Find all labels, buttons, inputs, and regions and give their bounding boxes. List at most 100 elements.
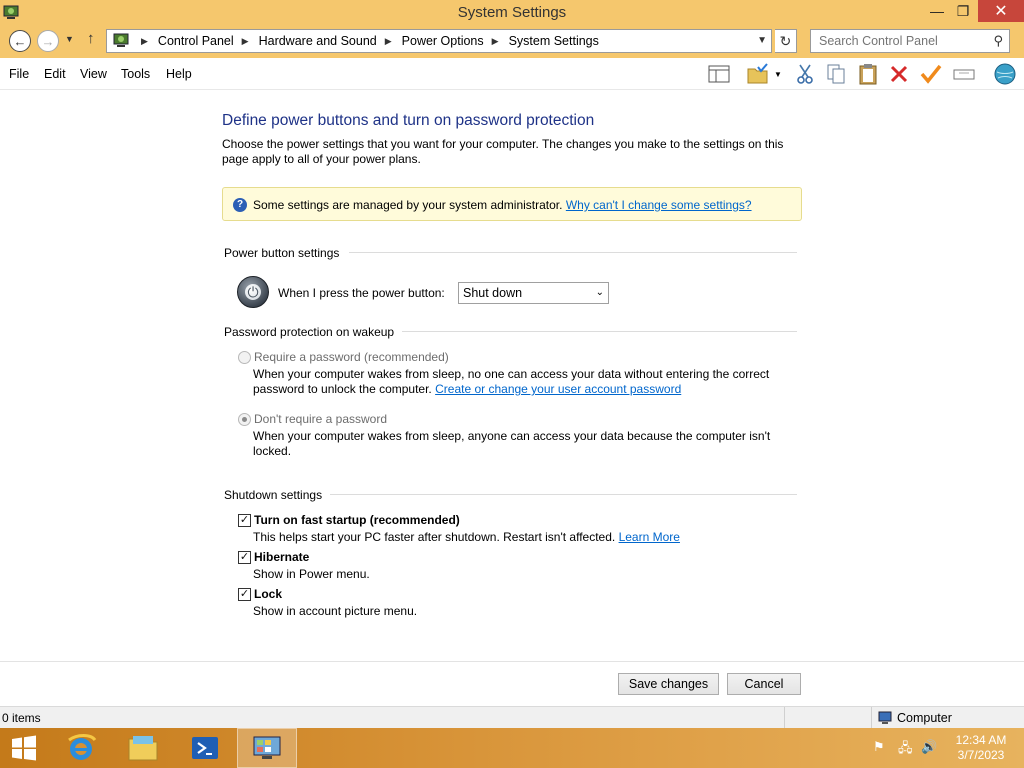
- globe-icon: [994, 63, 1016, 85]
- properties-button[interactable]: [918, 62, 944, 86]
- info-message: Some settings are managed by your system…: [253, 198, 563, 212]
- shutdown-section-title: Shutdown settings: [224, 488, 323, 502]
- taskbar-file-explorer[interactable]: [113, 728, 173, 768]
- breadcrumb-separator-icon[interactable]: ▶: [492, 36, 499, 47]
- breadcrumb-separator-icon[interactable]: ▶: [141, 36, 148, 47]
- menu-edit[interactable]: Edit: [44, 67, 66, 81]
- hibernate-description: Show in Power menu.: [253, 567, 370, 581]
- forward-button[interactable]: →: [37, 30, 59, 52]
- paste-button[interactable]: [855, 62, 881, 86]
- menu-view[interactable]: View: [80, 67, 107, 81]
- power-button-section-title: Power button settings: [224, 246, 340, 260]
- navigation-bar: ← → ▼ ↑ ▶ Control Panel ▶ Hardware and S…: [0, 24, 1024, 58]
- cut-button[interactable]: [792, 62, 818, 86]
- hibernate-checkbox[interactable]: ✓: [238, 551, 251, 564]
- rename-field-icon: [953, 69, 975, 80]
- layout-pane-icon: [708, 65, 730, 83]
- menu-tools[interactable]: Tools: [121, 67, 150, 81]
- hibernate-label: Hibernate: [254, 550, 310, 564]
- menu-file[interactable]: File: [9, 67, 29, 81]
- refresh-icon: ↻: [779, 32, 792, 49]
- delete-x-icon: [890, 65, 908, 83]
- title-bar: System Settings — ❐ ✕: [0, 0, 1024, 24]
- powershell-icon: [192, 737, 218, 759]
- close-button[interactable]: ✕: [978, 0, 1024, 22]
- computer-icon: [878, 711, 892, 724]
- taskbar-control-panel[interactable]: [237, 728, 297, 768]
- breadcrumb-control-panel[interactable]: Control Panel: [158, 34, 234, 48]
- power-button-action-select[interactable]: Shut down ⌄: [458, 282, 609, 304]
- section-divider: [330, 494, 797, 495]
- action-center-flag-icon[interactable]: ⚑: [873, 739, 885, 755]
- recent-locations-chevron-icon[interactable]: ▼: [65, 34, 74, 44]
- windows-logo-icon: [12, 735, 36, 761]
- require-password-description: When your computer wakes from sleep, no …: [253, 367, 770, 381]
- why-cant-change-link[interactable]: Why can't I change some settings?: [566, 198, 752, 212]
- address-dropdown-chevron-icon[interactable]: ▼: [757, 35, 767, 46]
- scissors-icon: [797, 64, 813, 84]
- taskbar-internet-explorer[interactable]: [51, 728, 111, 768]
- copy-button[interactable]: [823, 62, 849, 86]
- help-question-icon: ?: [233, 198, 247, 212]
- taskbar: ⚑ 🖧 🔊 12:34 AM 3/7/2023: [0, 728, 1024, 768]
- control-panel-icon: [113, 33, 129, 47]
- main-content: Define power buttons and turn on passwor…: [0, 91, 1024, 661]
- fast-startup-label: Turn on fast startup (recommended): [254, 513, 460, 527]
- status-bar: 0 items Computer: [0, 706, 1024, 729]
- breadcrumb-separator-icon[interactable]: ▶: [385, 36, 392, 47]
- lock-label: Lock: [254, 587, 283, 601]
- preview-pane-button[interactable]: [706, 62, 732, 86]
- fast-startup-description: This helps start your PC faster after sh…: [253, 530, 680, 544]
- system-clock[interactable]: 12:34 AM 3/7/2023: [950, 733, 1012, 763]
- require-password-label: Require a password (recommended): [254, 350, 449, 364]
- address-bar[interactable]: ▶ Control Panel ▶ Hardware and Sound ▶ P…: [106, 29, 772, 53]
- clock-date: 3/7/2023: [957, 748, 1005, 762]
- breadcrumb-system-settings[interactable]: System Settings: [509, 34, 599, 48]
- breadcrumb-hardware-and-sound[interactable]: Hardware and Sound: [259, 34, 377, 48]
- folder-check-icon: [747, 63, 768, 84]
- up-arrow-button[interactable]: ↑: [87, 30, 95, 47]
- volume-icon[interactable]: 🔊: [921, 739, 937, 755]
- maximize-button[interactable]: ❐: [950, 0, 976, 22]
- info-text: Some settings are managed by your system…: [253, 198, 752, 212]
- create-password-link[interactable]: Create or change your user account passw…: [435, 382, 681, 396]
- breadcrumb-power-options[interactable]: Power Options: [402, 34, 484, 48]
- window-title: System Settings: [457, 4, 567, 21]
- chevron-down-icon: ⌄: [595, 287, 604, 298]
- learn-more-link[interactable]: Learn More: [619, 530, 680, 544]
- clipboard-icon: [859, 64, 877, 85]
- menu-help[interactable]: Help: [166, 67, 192, 81]
- control-panel-icon: [253, 736, 281, 759]
- organize-button[interactable]: ▼: [742, 62, 786, 86]
- taskbar-powershell[interactable]: [175, 728, 235, 768]
- refresh-button[interactable]: ↻: [775, 29, 797, 53]
- lock-description: Show in account picture menu.: [253, 604, 418, 618]
- location-zone: Computer: [897, 711, 952, 725]
- power-button-action-value: Shut down: [463, 286, 523, 300]
- password-section-title: Password protection on wakeup: [224, 325, 395, 339]
- breadcrumb-separator-icon[interactable]: ▶: [242, 36, 249, 47]
- search-box: ⚲: [810, 29, 1010, 53]
- require-password-radio[interactable]: [238, 351, 251, 364]
- network-icon[interactable]: 🖧: [898, 739, 913, 761]
- cancel-button[interactable]: Cancel: [727, 673, 801, 695]
- dont-require-password-radio[interactable]: [238, 413, 251, 426]
- fast-startup-checkbox[interactable]: ✓: [238, 514, 251, 527]
- back-button[interactable]: ←: [9, 30, 31, 52]
- save-changes-button[interactable]: Save changes: [618, 673, 719, 695]
- minimize-button[interactable]: —: [922, 0, 952, 22]
- menu-bar: File Edit View Tools Help ▼: [0, 58, 1024, 90]
- internet-options-button[interactable]: [990, 62, 1020, 86]
- dont-require-password-description: When your computer wakes from sleep, any…: [253, 429, 771, 458]
- delete-button[interactable]: [886, 62, 912, 86]
- admin-info-bar: ? Some settings are managed by your syst…: [222, 187, 802, 221]
- require-password-description-line2: password to unlock the computer. Create …: [253, 382, 681, 396]
- search-icon[interactable]: ⚲: [993, 33, 1003, 49]
- fast-startup-description-text: This helps start your PC faster after sh…: [253, 530, 616, 544]
- status-divider: [871, 707, 872, 729]
- arrow-right-icon: →: [41, 33, 55, 49]
- rename-button[interactable]: [951, 62, 977, 86]
- lock-checkbox[interactable]: ✓: [238, 588, 251, 601]
- start-button[interactable]: [0, 728, 48, 768]
- search-input[interactable]: [811, 30, 987, 52]
